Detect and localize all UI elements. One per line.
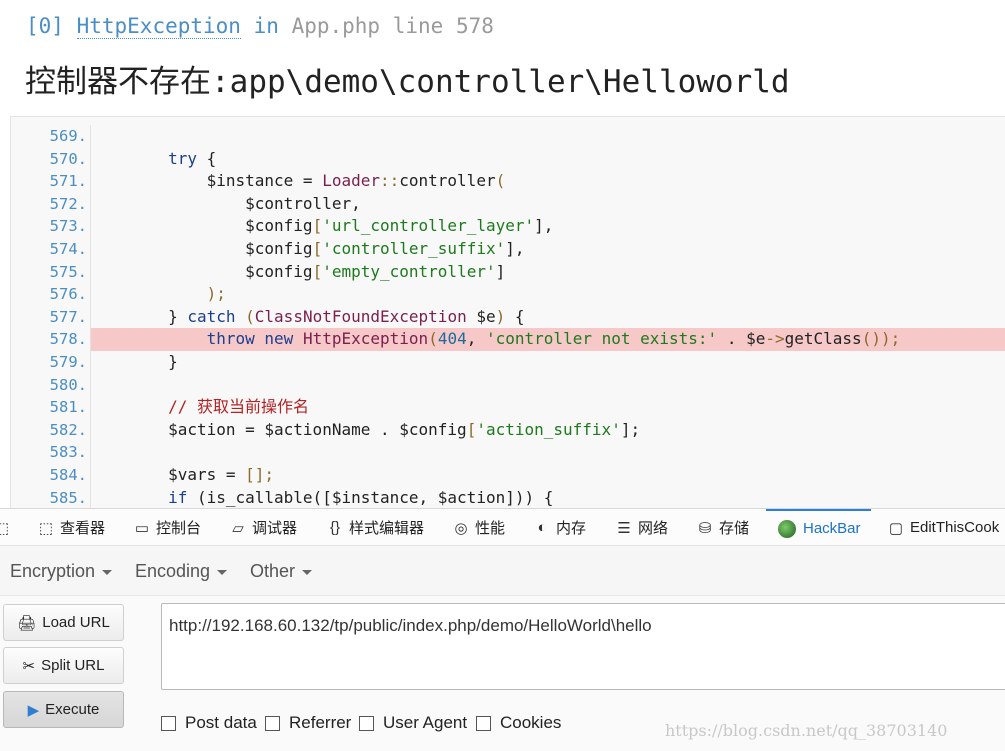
line-number: 572. [49, 194, 87, 213]
hackbar-icon [778, 519, 796, 538]
exception-message: 控制器不存在:app\demo\controller\Helloworld [25, 64, 790, 100]
user-agent-checkbox[interactable]: User Agent [359, 713, 467, 733]
code-line-error: throw new HttpException(404, 'controller… [91, 328, 1005, 351]
code-line: $vars = []; [91, 464, 275, 484]
network-icon: ☰ [617, 519, 631, 537]
post-data-checkbox[interactable]: Post data [161, 713, 257, 733]
line-number: 582. [49, 420, 87, 439]
url-textarea[interactable]: http://192.168.60.132/tp/public/index.ph… [161, 603, 1005, 690]
code-line: } catch (ClassNotFoundException $e) { [91, 306, 525, 326]
memory-icon: ◐ [537, 519, 547, 536]
inspector-icon: ⬚ [38, 519, 54, 537]
code-line: // 获取当前操作名 [168, 397, 309, 417]
tab-console[interactable]: ▭ 控制台 [134, 509, 201, 546]
scissors-icon: ✂ [22, 657, 36, 675]
checkbox-box [265, 715, 280, 731]
line-number: 583. [49, 443, 87, 462]
tab-editthiscookie[interactable]: ▢ EditThisCook [888, 509, 999, 546]
devtools-tab-bar: ⬚ ⬚ 查看器 ▭ 控制台 ▱ 调试器 {} 样式编辑器 ◎ 性能 ◐ 内存 ☰ 网络 ⛁ 存储… [0, 508, 1005, 546]
performance-icon: ◎ [454, 519, 468, 537]
tab-storage[interactable]: ⛁ 存储 [697, 509, 749, 546]
code-line: $instance = Loader::controller( [91, 171, 506, 191]
exception-index: [0] [26, 14, 64, 38]
menu-encoding[interactable]: Encoding [135, 561, 228, 582]
referrer-checkbox[interactable]: Referrer [265, 713, 351, 733]
line-number: 569. [49, 127, 87, 145]
cookies-checkbox[interactable]: Cookies [476, 713, 561, 733]
chevron-down-icon [102, 569, 113, 575]
line-number: 573. [49, 217, 87, 236]
code-line: $config['url_controller_layer'], [91, 216, 554, 236]
load-url-icon: 🖨 [17, 614, 37, 632]
checkbox-box [359, 715, 374, 731]
chevron-down-icon [302, 569, 313, 575]
code-line: } [91, 351, 178, 371]
line-number: 575. [49, 262, 87, 281]
code-line: $config['controller_suffix'], [91, 238, 525, 258]
line-number: 578. [49, 330, 87, 349]
tab-memory[interactable]: ◐ 内存 [534, 509, 586, 546]
line-number: 574. [49, 239, 87, 258]
exception-line-word: line [392, 14, 444, 38]
code-line: if (is_callable([$instance, $action])) { [168, 487, 554, 507]
console-icon: ▭ [134, 519, 150, 537]
execute-button[interactable]: ▶ Execute [3, 691, 124, 728]
menu-encryption[interactable]: Encryption [10, 561, 113, 582]
tab-network[interactable]: ☰ 网络 [616, 509, 668, 546]
checkbox-box [161, 715, 176, 731]
code-line: ); [206, 284, 226, 304]
line-number-gutter: 569. 570. 571. 572. 573. 574. 575. 576. … [11, 125, 90, 508]
hackbar-menu-bar: Encryption Encoding Other [0, 546, 1005, 596]
debugger-icon: ▱ [232, 519, 244, 537]
source-code-panel[interactable]: 569. 570. 571. 572. 573. 574. 575. 576. … [10, 117, 1005, 508]
watermark: https://blog.csdn.net/qq_38703140 [665, 721, 948, 740]
tab-performance[interactable]: ◎ 性能 [453, 509, 505, 546]
line-number: 585. [49, 488, 87, 507]
code-line: try { [168, 148, 217, 168]
line-number: 581. [49, 398, 87, 417]
code-line: $action = $actionName . $config['action_… [91, 419, 641, 439]
tab-inspector[interactable]: ⬚ 查看器 [38, 509, 105, 546]
pick-element-button[interactable]: ⬚ [0, 509, 16, 546]
split-url-button[interactable]: ✂ Split URL [3, 647, 124, 684]
line-number: 570. [49, 149, 87, 168]
code-line: $config['empty_controller'] [91, 261, 506, 281]
code-lines: try { $instance = Loader::controller( $c… [91, 125, 1005, 508]
editthiscookie-icon: ▢ [888, 519, 904, 537]
tab-style-editor[interactable]: {} 样式编辑器 [327, 509, 424, 546]
play-icon: ▶ [27, 701, 40, 719]
line-number: 571. [49, 172, 87, 191]
exception-line: 578 [455, 14, 494, 38]
exception-class-link[interactable]: HttpException [76, 14, 241, 39]
load-url-button[interactable]: 🖨 Load URL [3, 604, 124, 641]
tab-debugger[interactable]: ▱ 调试器 [230, 509, 297, 546]
line-number: 579. [49, 352, 87, 371]
exception-meta: [0] HttpException in App.php line 578 [26, 14, 494, 39]
exception-in-word: in [253, 14, 279, 38]
style-editor-icon: {} [329, 519, 341, 536]
pick-element-icon: ⬚ [0, 519, 10, 537]
line-number: 576. [49, 285, 87, 304]
chevron-down-icon [217, 569, 228, 575]
exception-header: [0] HttpException in App.php line 578 控制… [0, 0, 1005, 118]
exception-file: App.php [291, 14, 381, 38]
line-number: 577. [49, 307, 87, 326]
checkbox-box [476, 715, 491, 731]
line-number: 584. [49, 465, 87, 484]
storage-icon: ⛁ [698, 519, 712, 537]
line-number: 580. [49, 375, 87, 394]
tab-hackbar[interactable]: HackBar [766, 509, 871, 546]
menu-other[interactable]: Other [250, 561, 313, 582]
code-line: $controller, [91, 193, 361, 213]
